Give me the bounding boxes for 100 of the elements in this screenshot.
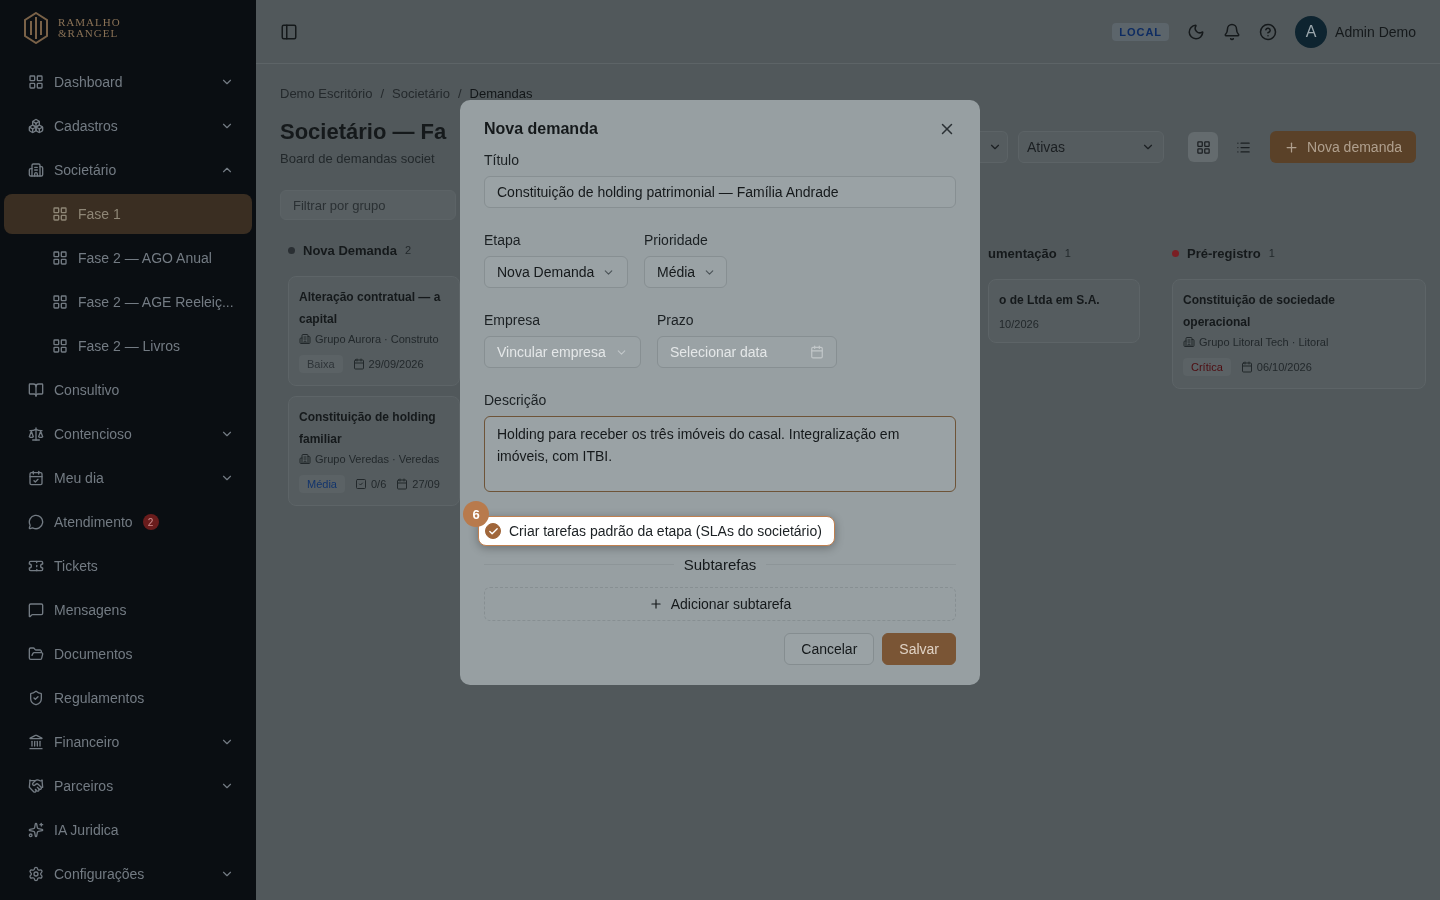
card-title: operacional — [1183, 314, 1251, 330]
nav-item[interactable]: Mensagens — [4, 590, 252, 630]
moon-icon[interactable] — [1187, 22, 1206, 41]
calendar-icon — [352, 358, 365, 370]
field-label: Prioridade — [644, 232, 709, 248]
nav-item[interactable]: Dashboard — [4, 62, 252, 102]
priority-select[interactable]: Média — [644, 256, 727, 288]
count-badge: 2 — [142, 514, 159, 530]
ticket-icon — [28, 558, 44, 574]
card-title: capital — [299, 311, 337, 327]
check-icon — [487, 525, 499, 537]
logo-icon — [24, 12, 48, 44]
nav-item[interactable]: Societário — [4, 150, 252, 190]
priority-tag: Média — [299, 475, 345, 493]
nav-subitem[interactable]: Fase 2 — AGE Reeleiç... — [4, 282, 252, 322]
nav-item[interactable]: Tickets — [4, 546, 252, 586]
checkbox-label: Criar tarefas padrão da etapa (SLAs do societário) — [509, 523, 822, 539]
nav-subitem[interactable]: Fase 1 — [4, 194, 252, 234]
building-icon — [1183, 336, 1195, 348]
breadcrumb-separator: / — [457, 86, 462, 101]
folder-icon — [28, 646, 44, 662]
plus-icon — [1284, 139, 1300, 155]
logo-text: RAMALHO — [58, 17, 121, 28]
card-title: Alteração contratual — a — [299, 289, 441, 305]
user-name: Admin Demo — [1335, 23, 1416, 40]
new-demand-button[interactable]: Nova demanda — [1270, 131, 1416, 163]
nav-item[interactable]: Documentos — [4, 634, 252, 674]
section-heading: Subtarefas — [683, 556, 757, 573]
priority-tag: Crítica — [1183, 358, 1231, 376]
field-label: Título — [484, 152, 520, 168]
grid-icon — [52, 206, 68, 222]
nav-item[interactable]: Parceiros — [4, 766, 252, 806]
field-label: Etapa — [484, 232, 522, 248]
nav-item[interactable]: IA Juridica — [4, 810, 252, 850]
nav-item[interactable]: Meu dia — [4, 458, 252, 498]
building-icon — [299, 453, 311, 465]
dialog-title: Nova demanda — [484, 120, 598, 138]
breadcrumb-link[interactable]: Demandas — [469, 86, 533, 101]
stage-select[interactable]: Nova Demanda — [484, 256, 628, 288]
logo-text: &RANGEL — [58, 28, 120, 39]
calendar-icon — [396, 478, 409, 490]
list-icon — [1235, 139, 1251, 155]
field-label: Prazo — [657, 312, 695, 328]
message-icon — [28, 602, 44, 618]
plus-icon — [648, 597, 663, 611]
page-title: Societário — Fa — [280, 118, 447, 146]
checkbox-icon — [354, 478, 367, 490]
description-field[interactable]: Holding para receber os três imóveis do casal. Integralização em imóveis, com ITBI. — [484, 416, 956, 492]
grid-icon — [1195, 139, 1211, 155]
column-title: Nova Demanda — [303, 242, 397, 258]
column-title: umentação — [988, 245, 1057, 261]
user-avatar[interactable]: A — [1295, 15, 1328, 48]
grid-icon — [52, 294, 68, 310]
grid-icon — [52, 338, 68, 354]
nav-item[interactable]: Cadastros — [4, 106, 252, 146]
card-title: Constituição de sociedade — [1183, 292, 1336, 308]
select-field[interactable] — [980, 131, 1008, 163]
boxes-icon — [28, 118, 44, 134]
nav-item[interactable]: Regulamentos — [4, 678, 252, 718]
nav-subitem[interactable]: Fase 2 — Livros — [4, 326, 252, 366]
card-title: o de Ltda em S.A. — [999, 292, 1100, 308]
handshake-icon — [28, 778, 44, 794]
bank-icon — [28, 734, 44, 750]
card-title: familiar — [299, 431, 342, 447]
step-badge: 6 — [463, 501, 489, 527]
sidebar-toggle-icon[interactable] — [280, 22, 298, 41]
nav-item[interactable]: Consultivo — [4, 370, 252, 410]
cancel-button[interactable]: Cancelar — [784, 633, 875, 665]
calendar-check-icon — [28, 470, 44, 486]
save-button[interactable]: Salvar — [882, 633, 956, 665]
grid-icon — [52, 250, 68, 266]
input-field[interactable]: Constituição de holding patrimonial — Família Andrade — [484, 176, 956, 208]
sparkle-icon — [28, 822, 44, 838]
nav-subitem[interactable]: Fase 2 — AGO Anual — [4, 238, 252, 278]
column-title: Pré-registro — [1187, 245, 1261, 261]
building-icon — [299, 333, 311, 345]
nav-item[interactable]: Contencioso — [4, 414, 252, 454]
help-icon[interactable] — [1259, 22, 1278, 41]
calendar-icon — [810, 345, 824, 359]
scale-icon — [28, 426, 44, 442]
add-subtask-button[interactable]: Adicionar subtarefa — [484, 587, 956, 621]
settings-icon — [28, 866, 44, 882]
nav-item[interactable]: Configurações — [4, 854, 252, 894]
card-title: Constituição de holding — [299, 409, 436, 425]
grid-icon — [28, 74, 44, 90]
nav-item[interactable]: Atendimento 2 — [4, 502, 252, 542]
nav-item[interactable]: Financeiro — [4, 722, 252, 762]
chat-bubble-icon — [28, 514, 44, 530]
field-label: Empresa — [484, 312, 542, 328]
checkbox-option[interactable]: Criar tarefas padrão da etapa (SLAs do societário) — [478, 516, 835, 546]
status-select[interactable]: Ativas — [1018, 131, 1164, 163]
field-label: Descrição — [484, 392, 548, 408]
checkbox[interactable] — [485, 523, 501, 539]
calendar-icon — [1240, 361, 1253, 373]
building-icon — [28, 162, 44, 178]
breadcrumb-separator: / — [380, 86, 385, 101]
bell-icon[interactable] — [1223, 22, 1242, 41]
book-icon — [28, 382, 44, 398]
shield-icon — [28, 690, 44, 706]
grid-view-button[interactable] — [1188, 132, 1218, 162]
